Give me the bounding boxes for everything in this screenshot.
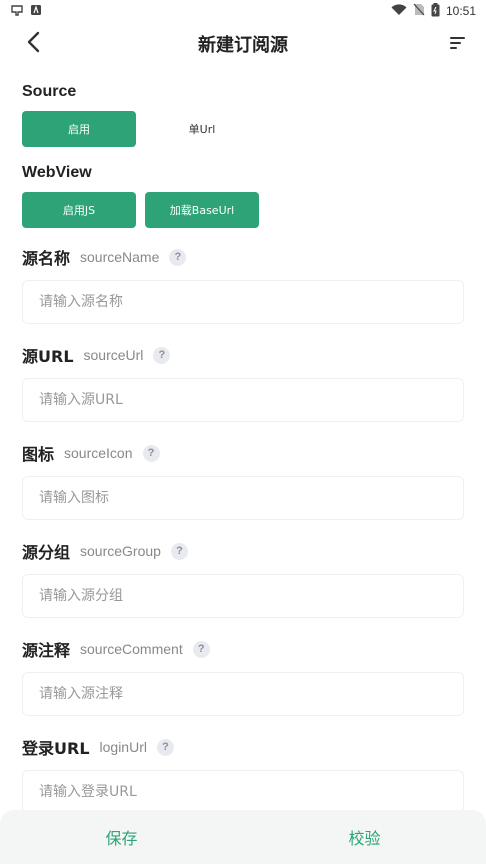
field-title: 登录URL [22,739,90,758]
field-label: 源URL sourceUrl ? [22,344,464,366]
input-container [22,672,464,716]
field-title: 源注释 [22,641,71,660]
field-key: sourceIcon [64,445,133,461]
field-label: 源注释 sourceComment ? [22,638,464,660]
field-login-url: 登录URL loginUrl ? [22,736,464,810]
wifi-icon [391,3,407,19]
sort-lines-icon [450,35,466,54]
enable-source-toggle[interactable]: 启用 [22,111,136,147]
login-url-input[interactable] [39,784,447,800]
form-content[interactable]: Source 启用 单Url WebView 启用JS 加载BaseUrl 源名… [0,66,486,810]
field-label: 源分组 sourceGroup ? [22,540,464,562]
app-icon [30,4,42,19]
field-title: 源名称 [22,249,71,268]
source-options: 启用 单Url [22,111,464,147]
help-icon[interactable]: ? [142,444,160,462]
back-button[interactable] [18,28,50,60]
save-button[interactable]: 保存 [0,810,243,864]
webview-section-title: WebView [22,164,92,181]
source-name-input[interactable] [39,294,447,310]
enable-js-toggle[interactable]: 启用JS [22,192,136,228]
field-source-name: 源名称 sourceName ? [22,246,464,324]
help-icon[interactable]: ? [153,346,171,364]
verify-button[interactable]: 校验 [243,810,486,864]
source-section-title: Source [22,83,77,100]
field-key: sourceGroup [80,543,161,559]
field-label: 图标 sourceIcon ? [22,442,464,464]
notification-icon [10,3,24,20]
status-bar: 10:51 [0,0,486,22]
field-title: 源分组 [22,543,71,562]
help-icon[interactable]: ? [192,640,210,658]
field-key: loginUrl [99,739,147,755]
field-title: 图标 [22,445,55,464]
field-source-icon: 图标 sourceIcon ? [22,442,464,520]
field-label: 登录URL loginUrl ? [22,736,464,758]
field-key: sourceName [80,249,160,265]
status-right-icons: 10:51 [391,2,476,20]
field-key: sourceUrl [83,347,144,363]
help-icon[interactable]: ? [170,542,188,560]
input-container [22,476,464,520]
bottom-action-bar: 保存 校验 [0,810,486,864]
chevron-left-icon [26,31,42,57]
battery-icon [431,2,440,20]
source-icon-input[interactable] [39,490,447,506]
field-source-comment: 源注释 sourceComment ? [22,638,464,716]
input-container [22,378,464,422]
status-time: 10:51 [445,4,476,18]
source-group-input[interactable] [39,588,447,604]
input-container [22,280,464,324]
load-baseurl-toggle[interactable]: 加载BaseUrl [145,192,259,228]
help-icon[interactable]: ? [169,248,187,266]
input-container [22,770,464,810]
no-sim-icon [413,3,425,19]
help-icon[interactable]: ? [156,738,174,756]
webview-options: 启用JS 加载BaseUrl [22,192,464,228]
source-comment-input[interactable] [39,686,447,702]
single-url-toggle[interactable]: 单Url [145,111,259,147]
source-url-input[interactable] [39,392,447,408]
page-title: 新建订阅源 [198,35,288,56]
app-bar: 新建订阅源 [0,22,486,66]
sort-menu-button[interactable] [444,30,472,58]
field-title: 源URL [22,347,74,366]
field-source-url: 源URL sourceUrl ? [22,344,464,422]
field-source-group: 源分组 sourceGroup ? [22,540,464,618]
field-label: 源名称 sourceName ? [22,246,464,268]
field-key: sourceComment [80,641,183,657]
input-container [22,574,464,618]
status-left-icons [10,3,42,20]
